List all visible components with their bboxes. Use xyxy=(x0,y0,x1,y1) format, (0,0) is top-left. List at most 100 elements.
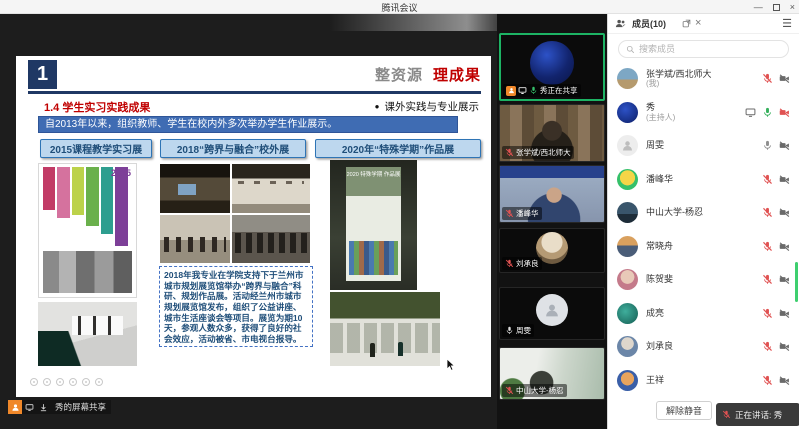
avatar xyxy=(617,303,638,324)
member-name: 陈贺斐 xyxy=(646,274,673,285)
tile-label: 潘峰华 xyxy=(516,208,539,219)
mic-on-icon xyxy=(762,107,773,118)
video-tile[interactable]: 刘承良 xyxy=(499,228,605,273)
avatar-default xyxy=(536,294,568,326)
nav-dot[interactable] xyxy=(95,378,103,386)
slide-number-box: 1 xyxy=(28,60,57,89)
member-row[interactable]: 常晓舟 xyxy=(608,230,799,264)
bullet-text: 课外实践与专业展示 xyxy=(385,101,480,113)
video-tile[interactable]: 张学斌/西北师大 xyxy=(499,104,605,162)
member-row[interactable]: 王祥 xyxy=(608,364,799,398)
slideshow-nav-buttons[interactable] xyxy=(30,378,103,386)
photo-forum xyxy=(160,215,230,263)
photo-exhibition-table xyxy=(38,302,137,366)
photo-group xyxy=(232,215,310,263)
member-name: 秀 xyxy=(646,102,655,112)
mic-muted-icon xyxy=(762,174,773,185)
member-row[interactable]: 刘承良 xyxy=(608,330,799,364)
screen-share-stage: 1 整资源理成果 1.4 学生实习实践成果 ●课外实践与专业展示 自2013年以… xyxy=(0,14,497,429)
header-red-text: 理成果 xyxy=(433,67,481,84)
member-name: 王祥 xyxy=(646,375,664,386)
presentation-slide: 1 整资源理成果 1.4 学生实习实践成果 ●课外实践与专业展示 自2013年以… xyxy=(16,56,491,397)
mic-muted-icon xyxy=(762,207,773,218)
app-title: 腾讯会议 xyxy=(0,1,799,14)
mic-muted-icon xyxy=(505,209,514,218)
member-row[interactable]: 周雯 xyxy=(608,129,799,163)
nav-dot[interactable] xyxy=(30,378,38,386)
member-row[interactable]: 秀(主持人) xyxy=(608,96,799,130)
members-panel-header: 成员(10) × ☰ xyxy=(608,14,799,34)
member-name: 成亮 xyxy=(646,308,664,319)
avatar xyxy=(617,370,638,391)
popout-icon[interactable] xyxy=(682,19,691,28)
mic-muted-icon xyxy=(762,308,773,319)
screen-share-icon xyxy=(518,86,527,95)
camera-off-icon xyxy=(779,375,790,386)
screen-share-icon xyxy=(745,107,756,118)
camera-off-icon xyxy=(779,341,790,352)
mic-icon xyxy=(762,140,773,151)
speaking-toast: 正在讲话: 秀 xyxy=(716,403,799,426)
section-title: 1.4 学生实习实践成果 xyxy=(44,99,150,115)
avatar-sphere xyxy=(530,41,574,85)
member-row[interactable]: 潘峰华 xyxy=(608,163,799,197)
tile-label: 中山大学-杨忍 xyxy=(516,385,564,396)
photo-lecture-room xyxy=(160,164,230,213)
nav-dot[interactable] xyxy=(43,378,51,386)
mic-muted-icon xyxy=(505,259,514,268)
member-row[interactable]: 陈贺斐 xyxy=(608,263,799,297)
maximize-button[interactable] xyxy=(773,4,780,11)
video-tile[interactable]: 中山大学-杨忍 xyxy=(499,347,605,400)
avatar xyxy=(617,102,638,123)
tile-label: 张学斌/西北师大 xyxy=(516,147,571,158)
member-name: 周雯 xyxy=(646,140,664,151)
avatar xyxy=(617,169,638,190)
mic-muted-icon xyxy=(762,73,773,84)
search-icon xyxy=(626,45,635,54)
menu-icon[interactable]: ☰ xyxy=(782,17,792,30)
member-row[interactable]: 张学斌/西北师大(我) xyxy=(608,62,799,96)
nav-dot[interactable] xyxy=(56,378,64,386)
nav-dot[interactable] xyxy=(82,378,90,386)
avatar xyxy=(617,236,638,257)
mic-muted-icon xyxy=(762,341,773,352)
video-tile[interactable]: 周雯 xyxy=(499,287,605,340)
mic-muted-icon xyxy=(762,375,773,386)
screen-icon xyxy=(22,400,36,414)
camera-off-icon xyxy=(779,140,790,151)
avatar xyxy=(617,336,638,357)
minimize-button[interactable]: — xyxy=(754,0,763,14)
expo-box-2018: 2018“跨界与融合”校外展 xyxy=(160,139,306,158)
unmute-button[interactable]: 解除静音 xyxy=(656,401,712,420)
camera-off-icon xyxy=(779,107,790,118)
scrollbar-thumb[interactable] xyxy=(795,262,798,302)
download-icon[interactable] xyxy=(36,400,50,414)
search-input[interactable] xyxy=(639,44,781,54)
member-name: 中山大学-杨忍 xyxy=(646,207,703,218)
close-button[interactable]: × xyxy=(790,0,795,14)
video-tile-sharing[interactable]: 秀正在共享 xyxy=(499,33,605,101)
poster-color-bars xyxy=(43,167,132,249)
member-search-box[interactable] xyxy=(618,40,789,58)
slide-banner: 自2013年以来，组织教师、学生在校内外多次举办学生作业展示。 xyxy=(38,116,458,133)
avatar xyxy=(617,135,638,156)
members-panel-title: 成员(10) xyxy=(632,17,666,30)
members-icon xyxy=(615,18,626,29)
poster-2020-banner: 2020 特殊学期 作品展 xyxy=(346,167,402,281)
header-gray-text: 整资源 xyxy=(375,67,423,84)
member-row[interactable]: 成亮 xyxy=(608,297,799,331)
presenter-icon xyxy=(506,86,516,96)
camera-off-icon xyxy=(779,174,790,185)
poster-2020-photo-grid xyxy=(349,241,398,275)
header-divider xyxy=(28,91,481,94)
presenter-icon xyxy=(8,400,22,414)
camera-off-icon xyxy=(779,274,790,285)
avatar xyxy=(617,202,638,223)
mic-muted-icon xyxy=(505,148,514,157)
nav-dot[interactable] xyxy=(69,378,77,386)
panel-close-icon[interactable]: × xyxy=(695,18,701,29)
video-tile[interactable]: 潘峰华 xyxy=(499,165,605,223)
mic-muted-icon xyxy=(762,274,773,285)
member-name: 张学斌/西北师大 xyxy=(646,69,712,79)
member-row[interactable]: 中山大学-杨忍 xyxy=(608,196,799,230)
